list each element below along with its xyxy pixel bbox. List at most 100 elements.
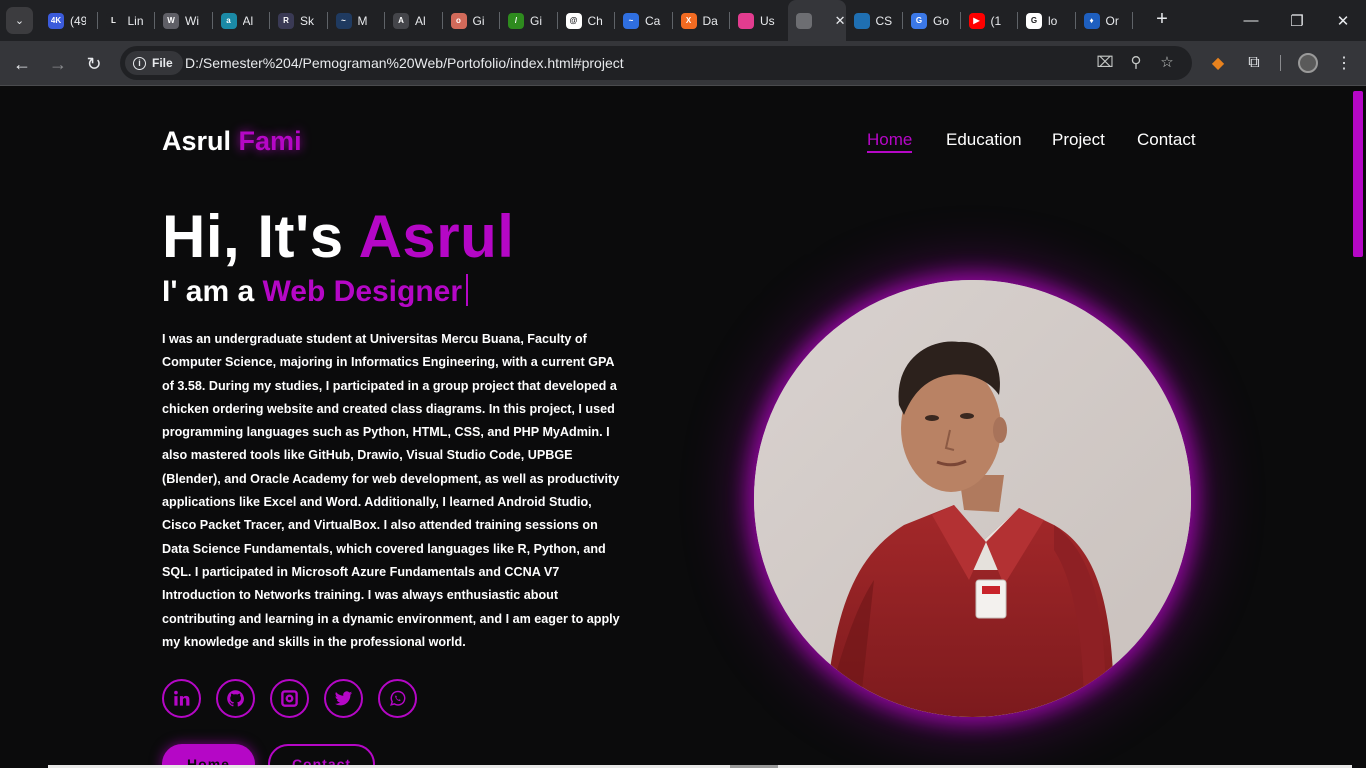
browser-tab[interactable]: o Gi bbox=[443, 0, 501, 41]
leaf-icon: / bbox=[508, 12, 524, 29]
tab-title: Lin bbox=[127, 13, 144, 28]
cs-icon bbox=[853, 12, 870, 29]
nav-project[interactable]: Project bbox=[1052, 130, 1105, 150]
profile-photo bbox=[754, 280, 1191, 717]
twitter-icon bbox=[334, 691, 353, 706]
vertical-scrollbar[interactable] bbox=[1353, 91, 1363, 257]
tab-title: (49 bbox=[70, 13, 86, 28]
tab-title: Gi bbox=[530, 13, 542, 28]
triangle-icon: A bbox=[393, 12, 409, 29]
tab-title: Or bbox=[1105, 13, 1119, 28]
tab-title: Us bbox=[760, 13, 775, 28]
browser-tab[interactable]: L Lin bbox=[98, 0, 156, 41]
site-info-chip[interactable]: i File bbox=[125, 51, 183, 75]
typing-caret bbox=[466, 274, 469, 306]
address-bar[interactable]: i File D:/Semester%204/Pemograman%20Web/… bbox=[120, 46, 1192, 80]
restore-button[interactable]: ❐ bbox=[1274, 0, 1320, 41]
onion-icon: o bbox=[450, 12, 467, 29]
browser-tab[interactable]: X Da bbox=[673, 0, 731, 41]
greeting-text: Hi, It's bbox=[162, 203, 344, 270]
flame-icon: ♦ bbox=[1083, 12, 1100, 29]
google-icon: G bbox=[1026, 12, 1042, 29]
instagram-icon bbox=[281, 690, 298, 707]
browser-tab[interactable]: 4K (49 bbox=[40, 0, 98, 41]
tab-title: (1 bbox=[990, 13, 1002, 28]
whatsapp-link[interactable] bbox=[378, 679, 417, 718]
browser-tab[interactable]: ▶ (1 bbox=[961, 0, 1019, 41]
nav-education[interactable]: Education bbox=[946, 130, 1022, 150]
browser-tab[interactable]: Us bbox=[730, 0, 788, 41]
browser-tabstrip: ⌄ 4K (49 L Lin W Wi a Al R Sk ~ M A Al o Gi / Gi @ Ch ~ Ca X Da… bbox=[0, 0, 1366, 41]
profile-photo-illustration bbox=[754, 280, 1191, 717]
bio-paragraph: I was an undergraduate student at Univer… bbox=[162, 332, 620, 649]
linkedin-icon bbox=[174, 690, 190, 706]
youtube-4k-icon: 4K bbox=[48, 12, 64, 29]
extensions-icon[interactable]: ⧉ bbox=[1242, 51, 1266, 75]
tab-search-button[interactable]: ⌄ bbox=[6, 7, 33, 34]
back-button[interactable]: ← bbox=[8, 50, 36, 78]
tab-title: CS bbox=[875, 13, 892, 28]
hero-role: I' am a Web Designer bbox=[162, 274, 469, 309]
github-icon bbox=[227, 690, 244, 707]
translate-icon[interactable]: ⌧ bbox=[1094, 53, 1116, 73]
bookmark-star-icon[interactable]: ☆ bbox=[1156, 53, 1178, 73]
browser-tab[interactable]: Glo bbox=[1018, 0, 1076, 41]
sk-icon: R bbox=[278, 12, 294, 29]
site-logo[interactable]: Asrul Fami bbox=[162, 126, 302, 157]
browser-tab[interactable]: @ Ch bbox=[558, 0, 616, 41]
wikipedia-icon: W bbox=[163, 12, 179, 29]
info-icon: i bbox=[133, 56, 146, 70]
close-tab-icon[interactable]: ✕ bbox=[835, 13, 846, 29]
url-scheme-label: File bbox=[152, 56, 173, 70]
browser-tab[interactable]: ~ Ca bbox=[615, 0, 673, 41]
instagram-link[interactable] bbox=[270, 679, 309, 718]
new-tab-button[interactable]: + bbox=[1150, 8, 1174, 32]
role-prefix: I' am a bbox=[162, 275, 255, 308]
browser-tab[interactable]: ♦ Or bbox=[1076, 0, 1134, 41]
nav-contact[interactable]: Contact bbox=[1137, 130, 1196, 150]
github-link[interactable] bbox=[216, 679, 255, 718]
tab-list: 4K (49 L Lin W Wi a Al R Sk ~ M A Al o Gi / Gi @ Ch ~ Ca X Da Us… bbox=[40, 0, 1133, 41]
linkedin-link[interactable] bbox=[162, 679, 201, 718]
globe-icon bbox=[795, 12, 812, 29]
social-links bbox=[162, 679, 417, 718]
browser-tab[interactable]: R Sk bbox=[270, 0, 328, 41]
openai-icon: @ bbox=[565, 12, 582, 29]
browser-tab[interactable]: W Wi bbox=[155, 0, 213, 41]
minimize-button[interactable]: — bbox=[1228, 0, 1274, 41]
tab-title: Ca bbox=[645, 13, 661, 28]
url-text[interactable]: D:/Semester%204/Pemograman%20Web/Portofo… bbox=[185, 55, 624, 71]
tab-title: Gi bbox=[472, 13, 485, 28]
toolbar-divider bbox=[1280, 55, 1281, 71]
whatsapp-icon bbox=[390, 690, 406, 706]
hero-greeting: Hi, It's Asrul bbox=[162, 202, 514, 271]
metamask-extension-icon[interactable]: ◆ bbox=[1206, 51, 1230, 75]
nav-home[interactable]: Home bbox=[867, 130, 913, 153]
tab-title: lo bbox=[1048, 13, 1058, 28]
logo-first-name: Asrul bbox=[162, 126, 232, 156]
tab-title: Da bbox=[702, 13, 718, 28]
cube-icon bbox=[738, 12, 754, 29]
browser-toolbar: ← → ↻ i File D:/Semester%204/Pemograman%… bbox=[0, 41, 1366, 86]
browser-tab[interactable]: a Al bbox=[213, 0, 271, 41]
reload-button[interactable]: ↻ bbox=[80, 50, 108, 78]
tab-title: Wi bbox=[185, 13, 199, 28]
canva-icon: ~ bbox=[623, 12, 639, 29]
browser-tab[interactable]: A Al bbox=[385, 0, 443, 41]
browser-menu-icon[interactable]: ⋮ bbox=[1332, 51, 1356, 75]
forward-button[interactable]: → bbox=[44, 50, 72, 78]
ai-tool-icon: a bbox=[220, 12, 237, 29]
browser-tab[interactable]: ✕ bbox=[787, 0, 846, 41]
browser-tab[interactable]: G Go bbox=[903, 0, 961, 41]
tab-title: Ch bbox=[587, 13, 603, 28]
browser-tab[interactable]: CS bbox=[846, 0, 904, 41]
tab-title: Sk bbox=[300, 13, 315, 28]
portfolio-page: Asrul Fami Home Education Project Contac… bbox=[0, 87, 1366, 768]
profile-avatar[interactable] bbox=[1296, 51, 1320, 75]
twitter-link[interactable] bbox=[324, 679, 363, 718]
xampp-icon: X bbox=[680, 12, 697, 29]
browser-tab[interactable]: / Gi bbox=[500, 0, 558, 41]
browser-tab[interactable]: ~ M bbox=[328, 0, 386, 41]
zoom-icon[interactable]: ⚲ bbox=[1125, 53, 1147, 73]
close-window-button[interactable]: ✕ bbox=[1320, 0, 1366, 41]
